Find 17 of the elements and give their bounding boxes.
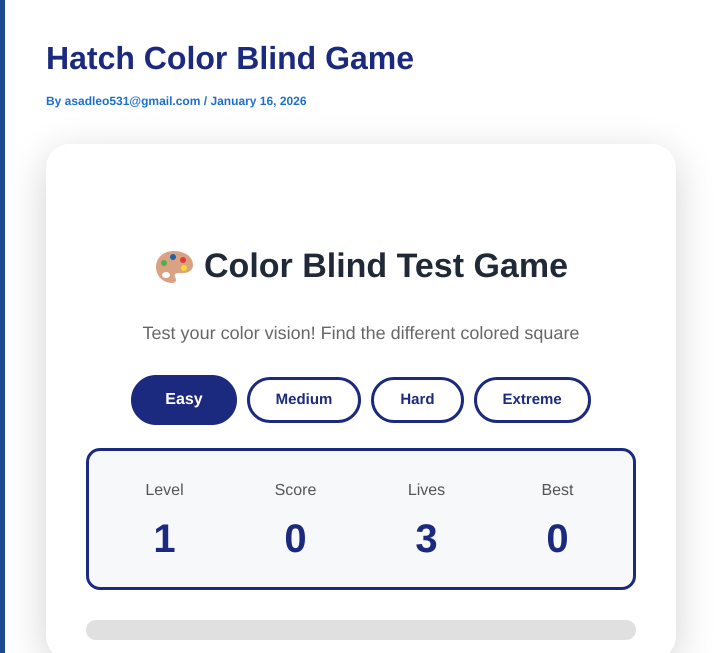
stat-value: 3: [415, 519, 438, 559]
stat-value: 0: [284, 519, 307, 559]
stat-label: Score: [274, 481, 316, 501]
game-subtitle: Test your color vision! Find the different colored square: [142, 322, 580, 345]
difficulty-button[interactable]: Hard: [371, 377, 464, 423]
stat-label: Best: [541, 481, 574, 501]
stat-value: 1: [153, 519, 176, 559]
difficulty-button[interactable]: Extreme: [474, 377, 591, 423]
difficulty-button[interactable]: Medium: [246, 377, 362, 423]
post-title: Hatch Color Blind Game: [46, 39, 416, 78]
post-meta: By asadleo531@gmail.com / January 16, 2026: [46, 93, 308, 110]
palette-icon: [154, 248, 194, 284]
game-title: Color Blind Test Game: [204, 246, 568, 287]
stat-value: 0: [546, 519, 569, 559]
stat-label: Level: [145, 481, 184, 501]
stat-label: Lives: [408, 481, 446, 501]
difficulty-button[interactable]: Easy: [131, 375, 237, 425]
